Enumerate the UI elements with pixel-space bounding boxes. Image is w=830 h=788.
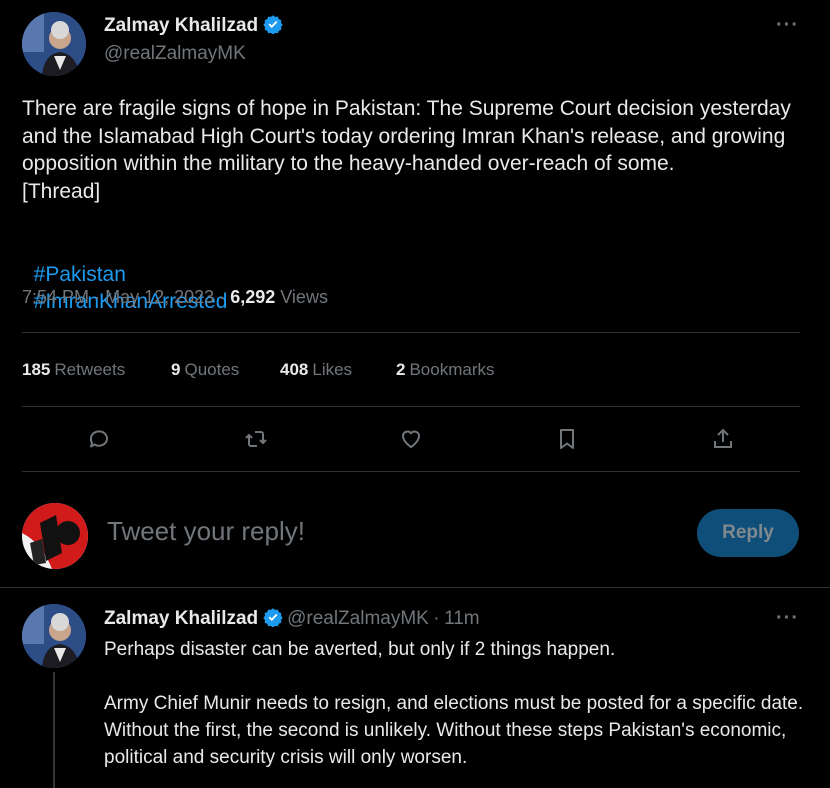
more-dots-icon[interactable]: ··· — [776, 14, 799, 37]
reply-header: Zalmay Khalilzad @realZalmayMK · 11m — [104, 607, 480, 630]
stat-number: 185 — [22, 360, 51, 379]
author-handle[interactable]: @realZalmayMK — [104, 43, 246, 65]
stat-likes[interactable]: 408 Likes — [280, 360, 352, 380]
comment-icon — [89, 430, 108, 448]
hashtag-link[interactable]: #Pakistan — [34, 263, 126, 286]
stat-label: Retweets — [54, 360, 126, 379]
divider — [22, 406, 800, 407]
more-dots-icon[interactable]: ··· — [776, 607, 799, 630]
reply-author-name[interactable]: Zalmay Khalilzad — [104, 608, 258, 629]
author-avatar[interactable] — [22, 12, 86, 76]
stat-quotes[interactable]: 9 Quotes — [171, 360, 239, 380]
divider — [22, 332, 800, 333]
meta-separator: · — [94, 287, 101, 307]
user-avatar-image-icon — [22, 503, 88, 569]
reply-action-button[interactable] — [87, 427, 111, 456]
like-action-button[interactable] — [399, 427, 423, 456]
verified-badge-icon — [262, 15, 283, 34]
stat-label: Bookmarks — [409, 360, 495, 379]
avatar-photo-icon — [22, 604, 86, 668]
tweet-text: There are fragile signs of hope in Pakis… — [22, 97, 791, 203]
stat-label: Likes — [312, 360, 353, 379]
tweet-time[interactable]: 7:54 PM — [22, 287, 89, 307]
stat-number: 2 — [396, 360, 406, 379]
stat-number: 408 — [280, 360, 309, 379]
retweet-icon — [245, 431, 267, 447]
meta-separator: · — [219, 287, 226, 307]
reply-submit-button[interactable]: Reply — [697, 509, 799, 557]
divider — [22, 471, 800, 472]
reply-author-avatar[interactable] — [22, 604, 86, 668]
tweet-meta: 7:54 PM · May 12, 2023 · 6,292 Views — [22, 287, 328, 308]
bookmark-icon — [560, 429, 574, 449]
avatar-photo-icon — [22, 12, 86, 76]
views-count: 6,292 — [230, 287, 276, 307]
share-icon — [714, 428, 732, 448]
stat-number: 9 — [171, 360, 181, 379]
reply-input[interactable]: Tweet your reply! — [107, 516, 305, 547]
share-action-button[interactable] — [711, 427, 735, 456]
retweet-action-button[interactable] — [244, 427, 268, 456]
views-label: Views — [280, 287, 328, 307]
thread-connector-line — [53, 672, 55, 788]
stat-retweets[interactable]: 185 Retweets — [22, 360, 125, 380]
stat-label: Quotes — [184, 360, 240, 379]
reply-author-handle[interactable]: @realZalmayMK — [287, 608, 429, 629]
meta-separator: · — [433, 608, 440, 629]
stat-bookmarks[interactable]: 2 Bookmarks — [396, 360, 495, 380]
reply-text: Perhaps disaster can be averted, but onl… — [104, 639, 804, 768]
divider — [0, 587, 830, 588]
author-name-row: Zalmay Khalilzad — [104, 14, 283, 37]
reply-time[interactable]: 11m — [444, 608, 480, 629]
tweet-date[interactable]: May 12, 2023 — [105, 287, 214, 307]
verified-badge-icon — [262, 608, 283, 627]
user-avatar[interactable] — [22, 503, 88, 569]
heart-icon — [402, 430, 420, 448]
author-name[interactable]: Zalmay Khalilzad — [104, 15, 258, 36]
bookmark-action-button[interactable] — [555, 427, 579, 456]
